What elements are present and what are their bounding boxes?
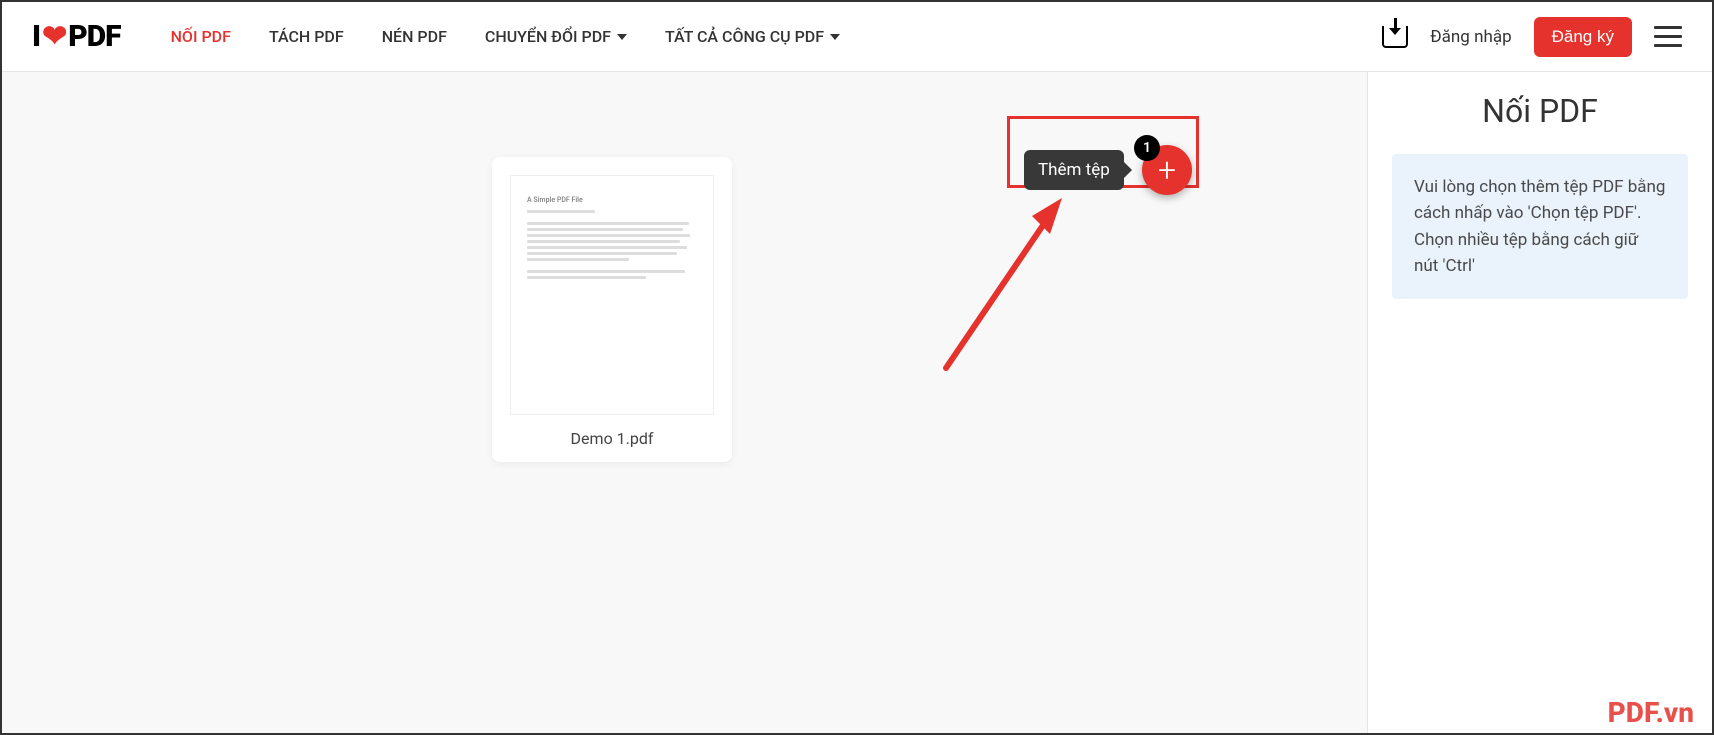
main-nav: NỐI PDF TÁCH PDF NÉN PDF CHUYỂN ĐỔI PDF … xyxy=(171,27,841,46)
nav-convert-label: CHUYỂN ĐỔI PDF xyxy=(485,27,611,46)
file-preview-title: A Simple PDF File xyxy=(527,196,697,204)
sidebar: Nối PDF Vui lòng chọn thêm tệp PDF bằng … xyxy=(1367,72,1712,733)
chevron-down-icon xyxy=(830,34,840,40)
main: A Simple PDF File Demo 1.pdf Thêm tệp 1 … xyxy=(2,72,1712,733)
add-file-tooltip: Thêm tệp xyxy=(1024,150,1124,190)
info-box: Vui lòng chọn thêm tệp PDF bằng cách nhấ… xyxy=(1392,154,1688,299)
menu-icon[interactable] xyxy=(1654,26,1682,47)
logo-prefix: I xyxy=(32,19,40,54)
sidebar-title: Nối PDF xyxy=(1392,92,1688,130)
info-line-2: Chọn nhiều tệp bằng cách giữ nút 'Ctrl' xyxy=(1414,230,1638,276)
file-preview: A Simple PDF File xyxy=(510,175,714,415)
login-link[interactable]: Đăng nhập xyxy=(1430,27,1511,47)
annotation-arrow-icon xyxy=(934,190,1074,380)
heart-icon: ❤ xyxy=(42,19,66,54)
file-card[interactable]: A Simple PDF File Demo 1.pdf xyxy=(492,157,732,462)
nav-all-tools[interactable]: TẤT CẢ CÔNG CỤ PDF xyxy=(665,27,840,46)
download-icon[interactable] xyxy=(1382,26,1408,48)
plus-icon: + xyxy=(1158,154,1176,186)
nav-all-tools-label: TẤT CẢ CÔNG CỤ PDF xyxy=(665,27,824,46)
logo[interactable]: I ❤ PDF xyxy=(32,19,121,54)
file-name: Demo 1.pdf xyxy=(510,429,714,448)
nav-split[interactable]: TÁCH PDF xyxy=(269,27,344,46)
workspace: A Simple PDF File Demo 1.pdf Thêm tệp 1 … xyxy=(2,72,1367,733)
logo-suffix: PDF xyxy=(68,19,120,54)
file-count-badge: 1 xyxy=(1134,135,1160,161)
signup-button[interactable]: Đăng ký xyxy=(1534,17,1632,57)
info-line-1: Vui lòng chọn thêm tệp PDF bằng cách nhấ… xyxy=(1414,177,1665,223)
nav-merge[interactable]: NỐI PDF xyxy=(171,27,231,46)
add-file-button[interactable]: 1 + xyxy=(1142,145,1192,195)
watermark: PDF.vn xyxy=(1608,696,1694,729)
header-right: Đăng nhập Đăng ký xyxy=(1382,17,1682,57)
chevron-down-icon xyxy=(617,34,627,40)
nav-compress[interactable]: NÉN PDF xyxy=(382,27,447,46)
nav-convert[interactable]: CHUYỂN ĐỔI PDF xyxy=(485,27,627,46)
header: I ❤ PDF NỐI PDF TÁCH PDF NÉN PDF CHUYỂN … xyxy=(2,2,1712,72)
